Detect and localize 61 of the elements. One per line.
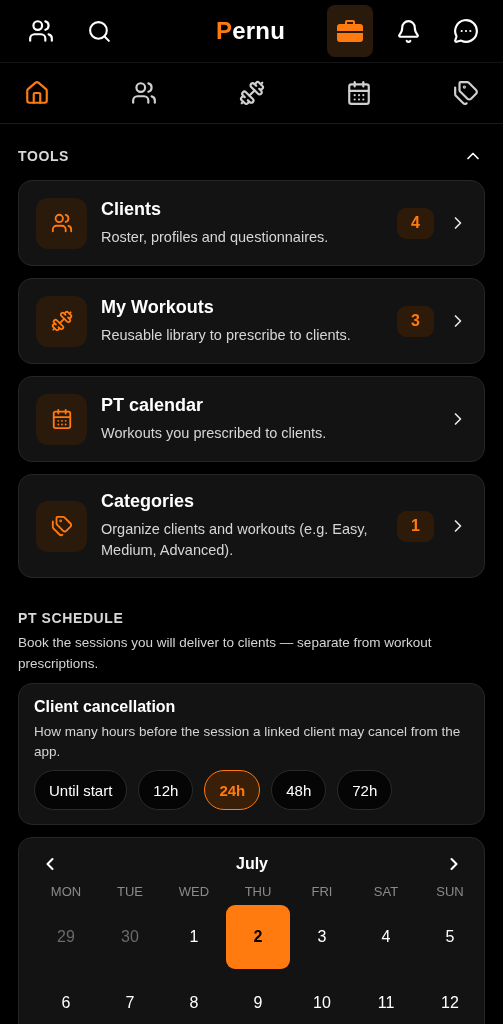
month-title: July xyxy=(236,855,268,873)
calendar-day[interactable]: 4 xyxy=(354,905,418,969)
calendar-day[interactable]: 11 xyxy=(354,971,418,1024)
weekday-label: FRI xyxy=(310,884,334,899)
section-title: TOOLS xyxy=(18,148,69,164)
calendar-day[interactable]: 3 xyxy=(290,905,354,969)
calendar-day[interactable]: 8 xyxy=(162,971,226,1024)
tool-card[interactable]: Categories Organize clients and workouts (e.g. Easy, Medium, Advanced). 1 xyxy=(18,474,485,578)
tool-card[interactable]: My Workouts Reusable library to prescribe to clients. 3 xyxy=(18,278,485,364)
home-icon xyxy=(24,80,50,106)
tool-card[interactable]: Clients Roster, profiles and questionnaires. 4 xyxy=(18,180,485,266)
calendar-day[interactable]: 2 xyxy=(226,905,290,969)
search-icon xyxy=(86,18,112,44)
toolbox-button[interactable] xyxy=(327,5,373,57)
option-chip[interactable]: 24h xyxy=(204,770,261,810)
users-icon xyxy=(28,18,54,44)
tags-icon xyxy=(50,515,73,537)
tool-description: Reusable library to prescribe to clients. xyxy=(101,325,352,345)
calendar-icon xyxy=(345,80,372,106)
weekday-label: THU xyxy=(243,884,273,899)
option-chip[interactable]: 12h xyxy=(138,770,194,810)
option-chip[interactable]: Until start xyxy=(34,770,128,810)
weekday-label: SAT xyxy=(372,884,400,899)
users-icon xyxy=(50,212,73,234)
calendar-day[interactable]: 6 xyxy=(34,971,98,1024)
calendar-day[interactable]: 7 xyxy=(98,971,162,1024)
calendar-day[interactable]: 12 xyxy=(418,971,482,1024)
weekday-label: MON xyxy=(49,884,83,899)
tool-title: Categories xyxy=(101,491,196,512)
count-badge: 1 xyxy=(397,510,434,542)
tool-description: Organize clients and workouts (e.g. Easy, Medium, Advanced). xyxy=(101,520,369,560)
tool-title: PT calendar xyxy=(101,394,205,416)
tags-icon xyxy=(453,80,479,106)
briefcase-icon xyxy=(336,19,364,43)
calendar-day[interactable]: 10 xyxy=(290,971,354,1024)
count-badge: 4 xyxy=(397,207,434,239)
weekday-label: SUN xyxy=(435,884,465,899)
users-icon xyxy=(131,80,158,106)
dumbbell-icon xyxy=(50,310,73,332)
app-logo: Pernu xyxy=(215,17,286,45)
option-chip[interactable]: 48h xyxy=(271,770,327,810)
weekday-label: WED xyxy=(177,884,211,899)
tool-description: Roster, profiles and questionnaires. xyxy=(101,227,330,247)
panel-description: How many hours before the session a linked client may cancel from the app. xyxy=(34,723,462,761)
bell-icon xyxy=(395,18,421,44)
section-title: PT SCHEDULE xyxy=(18,610,124,626)
calendar-day[interactable]: 1 xyxy=(162,905,226,969)
tool-card[interactable]: PT calendar Workouts you prescribed to clients. xyxy=(18,376,485,462)
dumbbell-icon xyxy=(238,80,265,106)
calendar-day[interactable]: 9 xyxy=(226,971,290,1024)
chat-icon xyxy=(453,18,479,44)
panel-title: Client cancellation xyxy=(34,698,177,716)
tool-description: Workouts you prescribed to clients. xyxy=(101,423,328,443)
weekday-label: TUE xyxy=(116,884,144,899)
section-description: Book the sessions you will deliver to clients — separate from workout prescriptions. xyxy=(18,634,433,673)
calendar-day[interactable]: 5 xyxy=(418,905,482,969)
count-badge: 3 xyxy=(397,305,434,337)
tool-title: Clients xyxy=(101,198,162,220)
option-chip[interactable]: 72h xyxy=(337,770,393,810)
calendar-icon xyxy=(50,408,73,430)
tool-title: My Workouts xyxy=(101,296,215,318)
